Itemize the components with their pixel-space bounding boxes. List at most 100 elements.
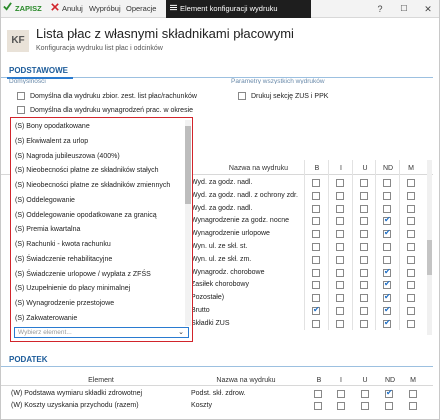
row-i-checkbox[interactable] (336, 255, 344, 264)
row-nd-checkbox[interactable] (383, 305, 391, 315)
dropdown-scrollbar[interactable] (185, 120, 191, 326)
row-m-checkbox[interactable] (407, 191, 415, 200)
dropdown-option[interactable]: (S) Nieobecności płatne ze składników zm… (11, 179, 187, 194)
tax-row-nd-checkbox[interactable] (385, 402, 393, 410)
row-m-checkbox[interactable] (407, 319, 415, 328)
dropdown-option[interactable]: (S) Wynagrodzenie przestojowe (11, 297, 187, 312)
row-i-checkbox[interactable] (336, 191, 344, 200)
row-print-name[interactable]: Wynagrodzenie za godz. nocne (191, 217, 289, 224)
row-b-checkbox[interactable] (312, 243, 320, 251)
tax-row-u-checkbox[interactable] (361, 402, 369, 410)
dropdown-option[interactable]: (S) Oddelegowanie opodatkowane za granic… (11, 209, 187, 224)
section-tax-header[interactable]: PODATEK (1, 353, 433, 367)
row-i-checkbox[interactable] (336, 204, 344, 213)
tax-row-nd-checkbox[interactable] (385, 388, 393, 398)
row-b-checkbox[interactable] (312, 255, 320, 264)
dropdown-option[interactable]: (S) Premia kwartalna (11, 223, 187, 238)
dropdown-option[interactable]: (S) Ekwiwalent za urlop (11, 135, 187, 150)
close-window-button[interactable]: ✕ (421, 0, 435, 18)
row-b-checkbox[interactable] (312, 191, 320, 200)
row-m-checkbox[interactable] (407, 281, 415, 290)
main-table-scrollbar-thumb[interactable] (427, 240, 432, 275)
row-i-checkbox[interactable] (336, 319, 344, 328)
element-dropdown[interactable]: (S) Bony opodatkowane (S) Ekwiwalent za u… (10, 117, 193, 342)
section-basic-header[interactable]: PODSTAWOWE (1, 64, 433, 79)
row-print-name[interactable]: Pozostałe) (191, 294, 224, 301)
row-u-checkbox[interactable] (360, 307, 368, 315)
row-m-checkbox[interactable] (407, 268, 415, 277)
row-i-checkbox[interactable] (336, 281, 344, 290)
row-print-name[interactable]: Wyd. za godz. nadl. (191, 179, 252, 186)
row-print-name[interactable]: Wynagrodzenie urlopowe (191, 230, 270, 237)
row-m-checkbox[interactable] (407, 230, 415, 239)
row-u-checkbox[interactable] (360, 191, 368, 200)
dropdown-option[interactable]: (S) Świadczenie urlopowe / wypłata z ZFŚ… (11, 268, 187, 283)
row-b-checkbox[interactable] (312, 305, 320, 315)
option-default-summary[interactable]: Domyślna dla wydruku zbior. zest. list p… (17, 92, 197, 100)
tax-row-b-checkbox[interactable] (314, 402, 322, 410)
row-nd-checkbox[interactable] (383, 215, 391, 226)
row-i-checkbox[interactable] (336, 217, 344, 226)
row-b-checkbox[interactable] (312, 268, 320, 277)
row-b-checkbox[interactable] (312, 179, 320, 187)
row-nd-checkbox[interactable] (383, 243, 391, 251)
row-u-checkbox[interactable] (360, 243, 368, 251)
row-i-checkbox[interactable] (336, 230, 344, 239)
dropdown-option[interactable]: (S) Oddelegowanie (11, 194, 187, 209)
row-b-checkbox[interactable] (312, 217, 320, 226)
print-zus-option[interactable]: Drukuj sekcję ZUS i PPK (238, 92, 328, 100)
operations-menu[interactable]: Operacje (126, 0, 156, 18)
row-b-checkbox[interactable] (312, 230, 320, 239)
row-nd-checkbox[interactable] (383, 255, 391, 264)
row-nd-checkbox[interactable] (383, 191, 391, 200)
tax-row-print-name[interactable]: Podst. skł. zdrow. (191, 390, 245, 397)
row-nd-checkbox[interactable] (383, 204, 391, 213)
row-u-checkbox[interactable] (360, 217, 368, 226)
dropdown-option[interactable]: (S) Rachunki - kwota rachunku (11, 238, 187, 253)
row-u-checkbox[interactable] (360, 204, 368, 213)
cancel-button[interactable]: Anuluj (51, 0, 83, 18)
tax-row-m-checkbox[interactable] (409, 402, 417, 410)
row-u-checkbox[interactable] (360, 179, 368, 187)
dropdown-option[interactable]: (S) Nagroda jubileuszowa (400%) (11, 150, 187, 165)
row-i-checkbox[interactable] (336, 243, 344, 251)
row-print-name[interactable]: Składki ZUS (191, 320, 230, 327)
row-nd-checkbox[interactable] (383, 318, 391, 328)
row-m-checkbox[interactable] (407, 307, 415, 315)
row-i-checkbox[interactable] (336, 179, 344, 187)
row-i-checkbox[interactable] (336, 268, 344, 277)
row-u-checkbox[interactable] (360, 255, 368, 264)
row-nd-checkbox[interactable] (383, 279, 391, 290)
row-u-checkbox[interactable] (360, 294, 368, 303)
row-print-name[interactable]: Wyd. za godz. nadl. z ochrony zdr. (191, 192, 298, 199)
main-table-scrollbar[interactable] (427, 160, 432, 335)
row-b-checkbox[interactable] (312, 204, 320, 213)
option-default-summary-checkbox[interactable] (17, 92, 25, 100)
row-u-checkbox[interactable] (360, 230, 368, 239)
row-m-checkbox[interactable] (407, 179, 415, 187)
dropdown-option[interactable]: (S) Bony opodatkowane (11, 120, 187, 135)
row-b-checkbox[interactable] (312, 294, 320, 303)
tax-row-i-checkbox[interactable] (337, 390, 345, 398)
chevron-down-icon[interactable]: ⌄ (178, 328, 184, 337)
row-u-checkbox[interactable] (360, 268, 368, 277)
option-default-period-checkbox[interactable] (17, 106, 25, 114)
row-print-name[interactable]: Wyn. ul. ze skł. st. (191, 243, 247, 250)
dropdown-option[interactable]: (S) Uzupełnienie do płacy minimalnej (11, 282, 187, 297)
tax-row-print-name[interactable]: Koszty (191, 402, 212, 409)
dropdown-option[interactable]: (S) Świadczenie rehabilitacyjne (11, 253, 187, 268)
row-m-checkbox[interactable] (407, 294, 415, 303)
row-print-name[interactable]: Zasiłek chorobowy (191, 281, 249, 288)
tax-table-row[interactable]: (W) Koszty uzyskania przychodu (razem) Ko… (1, 401, 433, 412)
row-m-checkbox[interactable] (407, 243, 415, 251)
row-i-checkbox[interactable] (336, 307, 344, 315)
row-i-checkbox[interactable] (336, 294, 344, 303)
row-nd-checkbox[interactable] (383, 267, 391, 277)
tax-row-i-checkbox[interactable] (337, 402, 345, 410)
tax-row-u-checkbox[interactable] (361, 390, 369, 398)
row-m-checkbox[interactable] (407, 255, 415, 264)
row-u-checkbox[interactable] (360, 281, 368, 290)
row-nd-checkbox[interactable] (383, 292, 391, 303)
row-m-checkbox[interactable] (407, 217, 415, 226)
option-default-period[interactable]: Domyślna dla wydruku wynagrodzeń prac. w… (17, 106, 193, 114)
